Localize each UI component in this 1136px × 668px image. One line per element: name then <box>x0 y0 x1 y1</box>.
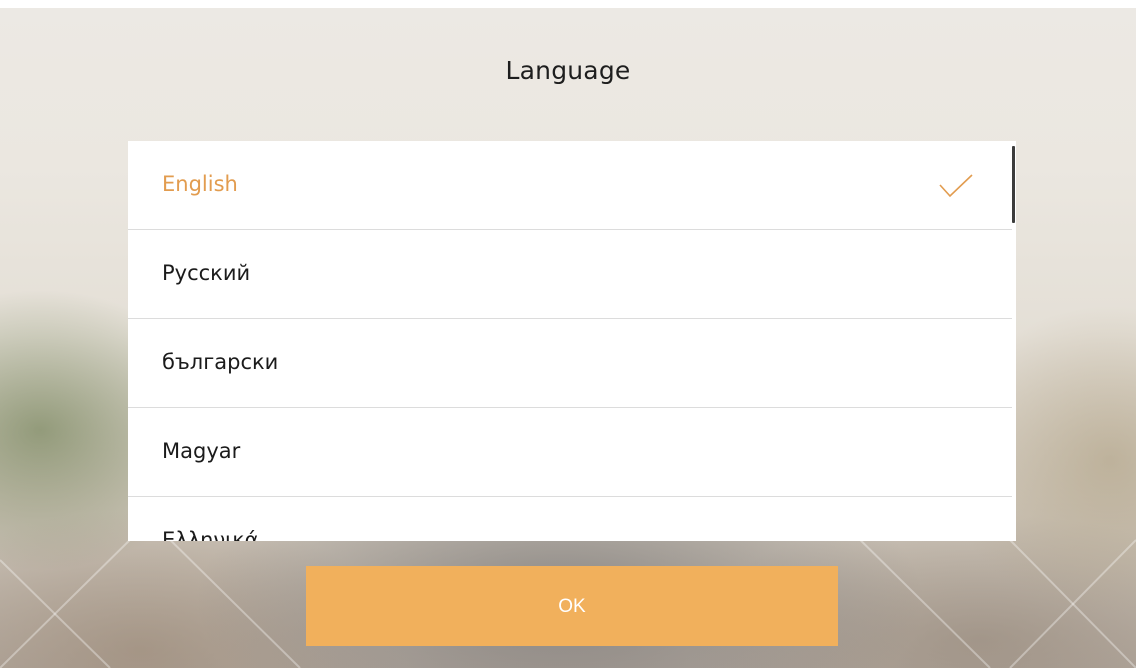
language-option-greek[interactable]: Ελληνικά <box>128 497 1012 541</box>
list-scrollbar[interactable] <box>1012 146 1015 223</box>
language-label: Magyar <box>162 439 241 463</box>
language-list[interactable]: English Русский български Magyar Ελληνικ… <box>128 141 1016 541</box>
language-label: Русский <box>162 261 251 285</box>
language-option-russian[interactable]: Русский <box>128 230 1012 319</box>
language-option-english[interactable]: English <box>128 141 1012 230</box>
language-option-bulgarian[interactable]: български <box>128 319 1012 408</box>
language-option-hungarian[interactable]: Magyar <box>128 408 1012 497</box>
page-title: Language <box>505 56 631 85</box>
language-label: English <box>162 172 238 196</box>
ok-button[interactable]: OK <box>306 566 838 646</box>
language-settings-screen: Language English Русский български Magya… <box>0 0 1136 668</box>
language-label: български <box>162 350 279 374</box>
language-label: Ελληνικά <box>162 528 259 541</box>
check-icon <box>939 174 973 198</box>
